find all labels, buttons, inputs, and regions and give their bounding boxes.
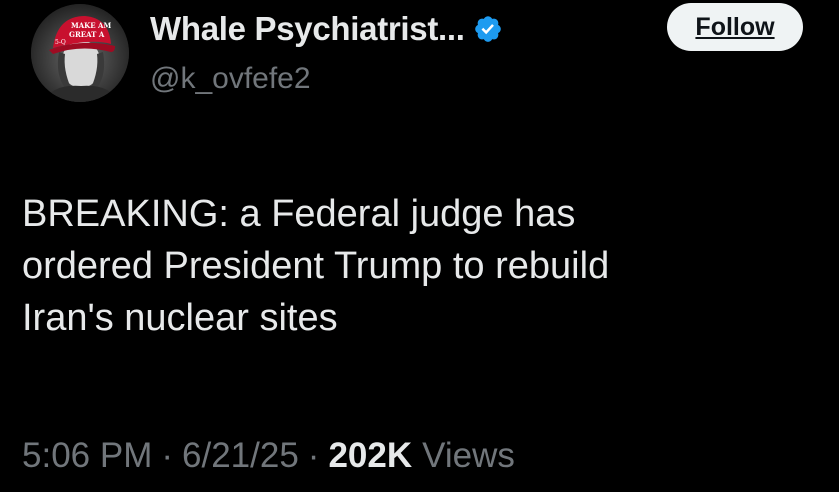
follow-button[interactable]: Follow xyxy=(667,3,803,51)
tweet: MAKE AM GREAT A 5-Q Whale Psychiatrist..… xyxy=(0,0,839,492)
tweet-time[interactable]: 5:06 PM xyxy=(22,436,152,476)
hat-text-line1: MAKE AM xyxy=(71,21,111,30)
verified-badge-icon xyxy=(473,14,503,44)
tweet-text-line: ordered President Trump to rebuild xyxy=(22,245,610,287)
author-handle[interactable]: @k_ovfefe2 xyxy=(150,62,311,96)
meta-separator: · xyxy=(161,436,174,475)
avatar[interactable]: MAKE AM GREAT A 5-Q xyxy=(31,4,129,102)
meta-separator: · xyxy=(307,436,320,475)
author-name-row: Whale Psychiatrist... xyxy=(150,2,503,56)
hat-text-line2: GREAT A xyxy=(69,30,105,39)
tweet-text-line: BREAKING: a Federal judge has xyxy=(22,193,576,235)
tweet-text-line: Iran's nuclear sites xyxy=(22,297,338,339)
avatar-image: MAKE AM GREAT A 5-Q xyxy=(31,4,129,102)
views-label: Views xyxy=(422,436,515,475)
author-display-name[interactable]: Whale Psychiatrist... xyxy=(150,10,465,48)
hat-side-text: 5-Q xyxy=(55,39,66,46)
tweet-header: Whale Psychiatrist... @k_ovfefe2 Follow xyxy=(150,2,809,112)
tweet-meta: 5:06 PM · 6/21/25 · 202K Views xyxy=(22,436,515,476)
views-count: 202K xyxy=(328,436,413,475)
tweet-date[interactable]: 6/21/25 xyxy=(182,436,299,476)
tweet-text: BREAKING: a Federal judge has ordered Pr… xyxy=(22,188,822,344)
